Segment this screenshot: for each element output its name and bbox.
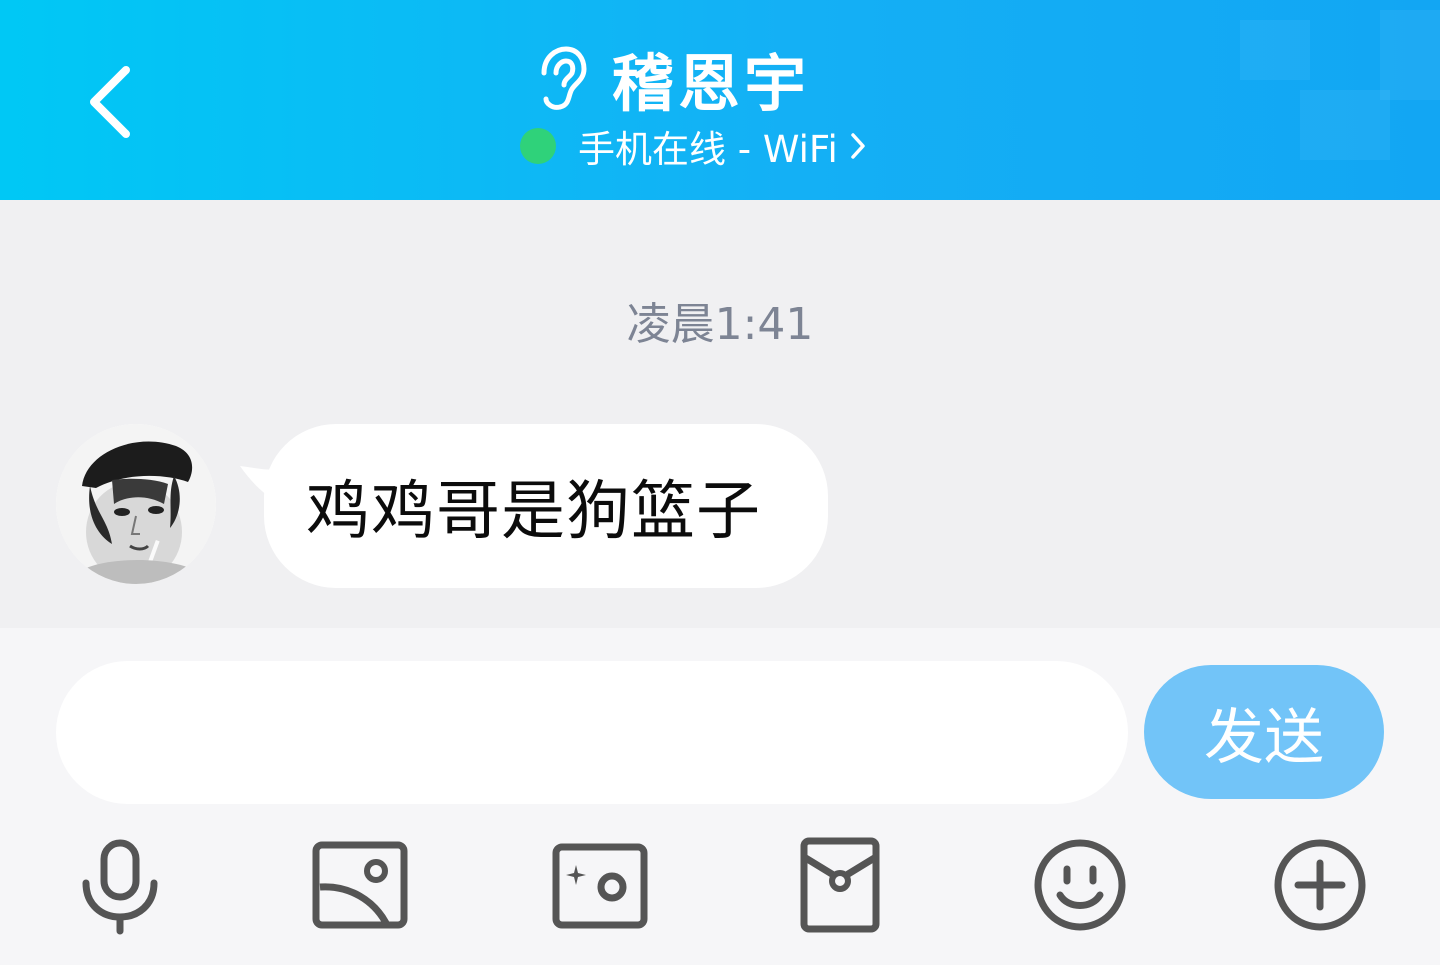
send-button[interactable]: 发送 [1144,665,1384,799]
message-input[interactable] [56,661,1128,804]
header-decoration [1300,90,1390,160]
contact-avatar[interactable] [56,424,216,584]
chevron-left-icon [90,66,130,138]
composer-area: 发送 [0,628,1440,965]
red-packet-icon [800,837,880,933]
contact-name: 稽恩宇 [612,47,811,120]
image-album-icon [312,841,408,929]
album-button[interactable] [310,835,410,935]
chevron-right-icon [851,133,865,159]
message-bubble[interactable]: 鸡鸡哥是狗篮子 [264,424,828,588]
more-button[interactable] [1270,835,1370,935]
ear-icon[interactable] [530,43,588,113]
emoji-button[interactable] [1030,835,1130,935]
camera-icon [552,843,648,929]
voice-button[interactable] [70,835,170,935]
header-decoration [1240,20,1310,80]
title-row[interactable]: 稽恩宇 [530,38,810,120]
message-text: 鸡鸡哥是狗篮子 [306,475,761,549]
online-status[interactable]: 手机在线 - WiFi [520,122,868,171]
back-button[interactable] [70,58,150,148]
header-decoration [1380,10,1440,100]
message-timestamp: 凌晨1:41 [626,299,814,350]
emoji-icon [1034,839,1126,931]
online-dot-icon [520,128,556,164]
avatar-photo [56,424,216,584]
red-packet-button[interactable] [790,835,890,935]
camera-button[interactable] [550,835,650,935]
microphone-icon [82,839,158,935]
plus-icon [1274,839,1366,931]
status-text: 手机在线 - WiFi [578,128,838,171]
chat-header: 稽恩宇 手机在线 - WiFi [0,0,1440,200]
